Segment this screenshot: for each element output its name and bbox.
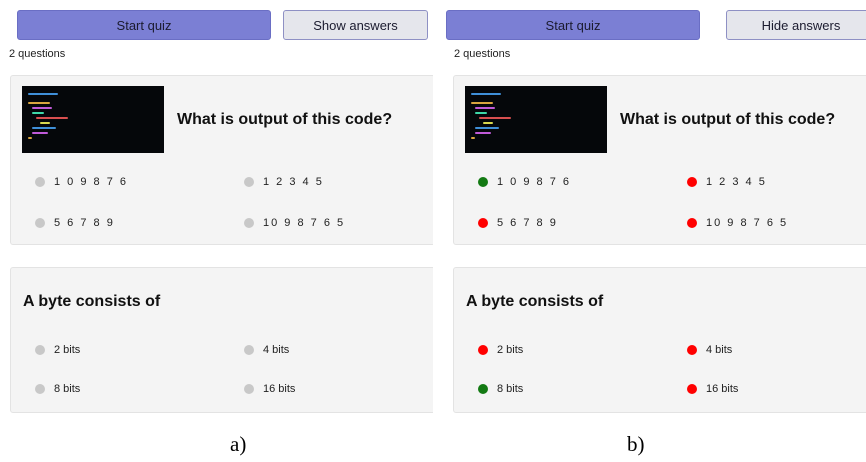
start-quiz-button[interactable]: Start quiz	[446, 10, 700, 40]
answer-option[interactable]: 1 0 9 8 7 6	[478, 176, 571, 188]
radio-dot-icon[interactable]	[244, 177, 254, 187]
radio-dot-icon[interactable]	[478, 218, 488, 228]
question-count: 2 questions	[454, 48, 511, 60]
radio-dot-icon[interactable]	[244, 384, 254, 394]
answer-option[interactable]: 8 bits	[478, 383, 523, 395]
hide-answers-button[interactable]: Hide answers	[726, 10, 866, 40]
question-card-2: A byte consists of 2 bits 4 bits 8 bits …	[10, 267, 433, 413]
radio-dot-icon[interactable]	[35, 177, 45, 187]
question-title: What is output of this code?	[620, 111, 836, 128]
figure-caption: a)	[230, 432, 247, 456]
radio-dot-icon[interactable]	[35, 218, 45, 228]
answer-option[interactable]: 5 6 7 8 9	[478, 217, 558, 229]
radio-dot-icon[interactable]	[35, 345, 45, 355]
radio-dot-icon[interactable]	[687, 384, 697, 394]
radio-dot-icon[interactable]	[478, 345, 488, 355]
answer-option[interactable]: 16 bits	[687, 383, 738, 395]
answer-option[interactable]: 5 6 7 8 9	[35, 217, 115, 229]
radio-dot-icon[interactable]	[478, 177, 488, 187]
question-title: A byte consists of	[466, 293, 604, 310]
answer-option[interactable]: 1 2 3 4 5	[244, 176, 324, 188]
radio-dot-icon[interactable]	[244, 345, 254, 355]
answer-option[interactable]: 2 bits	[478, 344, 523, 356]
radio-dot-icon[interactable]	[478, 384, 488, 394]
radio-dot-icon[interactable]	[35, 384, 45, 394]
radio-dot-icon[interactable]	[687, 218, 697, 228]
radio-dot-icon[interactable]	[244, 218, 254, 228]
figure-caption: b)	[627, 432, 645, 456]
question-count: 2 questions	[9, 48, 66, 60]
code-screenshot-image	[465, 86, 607, 153]
question-title: What is output of this code?	[177, 111, 393, 128]
answer-option[interactable]: 1 2 3 4 5	[687, 176, 767, 188]
question-card-2: A byte consists of 2 bits 4 bits 8 bits …	[453, 267, 866, 413]
answer-option[interactable]: 16 bits	[244, 383, 295, 395]
quiz-panel-a: Start quiz Show answers 2 questions What…	[0, 0, 433, 462]
answer-option[interactable]: 1 0 9 8 7 6	[35, 176, 128, 188]
start-quiz-button[interactable]: Start quiz	[17, 10, 271, 40]
quiz-panel-b: Start quiz Hide answers 2 questions What…	[443, 0, 866, 462]
answer-option[interactable]: 2 bits	[35, 344, 80, 356]
radio-dot-icon[interactable]	[687, 177, 697, 187]
answer-option[interactable]: 4 bits	[687, 344, 732, 356]
answer-option[interactable]: 10 9 8 7 6 5	[687, 217, 788, 229]
radio-dot-icon[interactable]	[687, 345, 697, 355]
answer-option[interactable]: 10 9 8 7 6 5	[244, 217, 345, 229]
question-card-1: What is output of this code? 1 0 9 8 7 6…	[453, 75, 866, 245]
question-card-1: What is output of this code? 1 0 9 8 7 6…	[10, 75, 433, 245]
answer-option[interactable]: 8 bits	[35, 383, 80, 395]
question-title: A byte consists of	[23, 293, 161, 310]
code-screenshot-image	[22, 86, 164, 153]
answer-option[interactable]: 4 bits	[244, 344, 289, 356]
show-answers-button[interactable]: Show answers	[283, 10, 428, 40]
